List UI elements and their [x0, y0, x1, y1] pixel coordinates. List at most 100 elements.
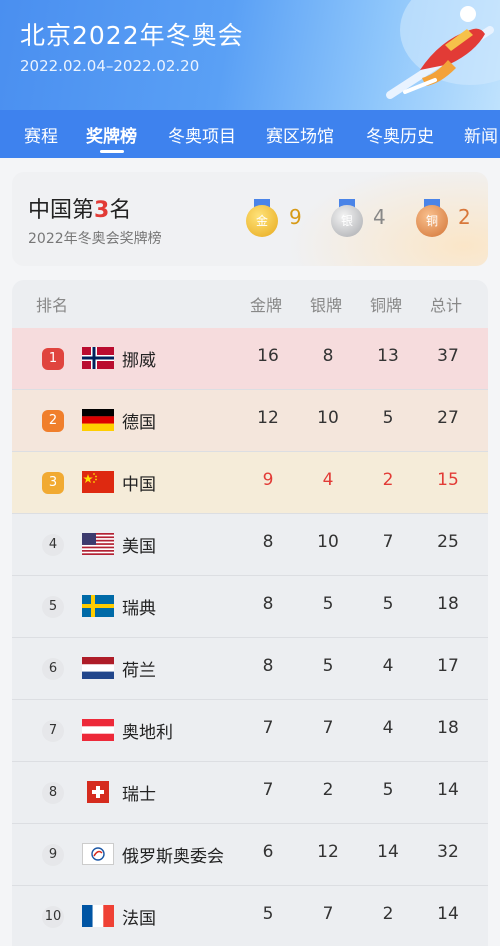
bronze-cell: 7 [382, 532, 394, 552]
silver-cell: 5 [322, 656, 334, 676]
table-row[interactable]: 8 瑞士 7 2 5 14 [12, 762, 488, 824]
event-title: 北京2022年冬奥会 [20, 21, 244, 50]
total-cell: 18 [437, 594, 459, 614]
tab-schedule[interactable]: 赛程 [24, 122, 58, 147]
rank-badge: 8 [42, 782, 64, 804]
bronze-cell: 5 [382, 408, 394, 428]
silver-cell: 4 [322, 470, 334, 490]
rank-prefix: 中国第 [28, 198, 95, 223]
gold-medal-icon: 金 [246, 199, 278, 239]
table-row[interactable]: 2 德国 12 10 5 27 [12, 390, 488, 452]
sweden-flag-icon [82, 595, 114, 617]
silver-cell: 12 [317, 842, 339, 862]
gold-cell: 5 [262, 904, 274, 924]
table-row[interactable]: 6 荷兰 8 5 4 17 [12, 638, 488, 700]
rank-suffix: 名 [109, 198, 132, 223]
norway-flag-icon [82, 347, 114, 369]
table-row[interactable]: 5 瑞典 8 5 5 18 [12, 576, 488, 638]
austria-flag-icon [82, 719, 114, 741]
country-name: 荷兰 [122, 661, 156, 681]
table-row[interactable]: 7 奥地利 7 7 4 18 [12, 700, 488, 762]
header-gold: 金牌 [250, 296, 283, 315]
silver-count: 4 [373, 205, 386, 229]
total-cell: 14 [437, 904, 459, 924]
active-tab-indicator [100, 150, 124, 153]
country-name: 法国 [122, 909, 156, 929]
country-name: 俄罗斯奥委会 [122, 847, 224, 867]
tab-events[interactable]: 冬奥项目 [168, 122, 236, 147]
gold-medal-label: 金 [246, 205, 278, 237]
header-total: 总计 [430, 296, 463, 315]
table-row[interactable]: 9 俄罗斯奥委会 6 12 14 32 [12, 824, 488, 886]
rank-badge: 10 [42, 906, 64, 928]
header-silver: 银牌 [310, 296, 343, 315]
bronze-medal-label: 铜 [416, 205, 448, 237]
gold-count: 9 [289, 205, 302, 229]
country-name: 美国 [122, 537, 156, 557]
france-flag-icon [82, 905, 114, 927]
bronze-cell: 4 [382, 656, 394, 676]
header-rank: 排名 [36, 296, 69, 315]
total-cell: 15 [437, 470, 459, 490]
medal-table: 排名 金牌 银牌 铜牌 总计 1 挪威 16 8 13 37 2 德国 12 10 5 2 7 3 中国 9 4… [12, 280, 488, 946]
gold-cell: 8 [262, 594, 274, 614]
switzerland-flag-icon [82, 781, 114, 803]
gold-cell: 16 [257, 346, 279, 366]
event-dates: 2022.02.04–2022.02.20 [20, 57, 200, 75]
table-header: 排名 金牌 银牌 铜牌 总计 [12, 280, 488, 326]
china-flag-icon [82, 471, 114, 493]
total-cell: 37 [437, 346, 459, 366]
silver-cell: 8 [322, 346, 334, 366]
country-name: 挪威 [122, 351, 156, 371]
silver-cell: 7 [322, 718, 334, 738]
table-row[interactable]: 4 美国 8 10 7 25 [12, 514, 488, 576]
roc-flag-icon [82, 843, 114, 865]
country-name: 德国 [122, 413, 156, 433]
total-cell: 17 [437, 656, 459, 676]
tab-news[interactable]: 新闻 [464, 122, 498, 147]
medal-table-subtitle: 2022年冬奥会奖牌榜 [28, 231, 162, 247]
bronze-cell: 5 [382, 594, 394, 614]
rank-badge: 9 [42, 844, 64, 866]
tab-history[interactable]: 冬奥历史 [366, 122, 434, 147]
header-bronze: 铜牌 [370, 296, 403, 315]
country-name: 奥地利 [122, 723, 173, 743]
bronze-cell: 5 [382, 780, 394, 800]
gold-cell: 7 [262, 780, 274, 800]
total-cell: 32 [437, 842, 459, 862]
country-name: 中国 [122, 475, 156, 495]
bronze-medal-icon: 铜 [416, 199, 448, 239]
table-row[interactable]: 10 法国 5 7 2 14 [12, 886, 488, 946]
rank-badge: 7 [42, 720, 64, 742]
china-rank-title: 中国第3名 [28, 192, 131, 224]
gold-cell: 7 [262, 718, 274, 738]
tab-venues[interactable]: 赛区场馆 [266, 122, 334, 147]
table-row[interactable]: 3 中国 9 4 2 15 [12, 452, 488, 514]
silver-cell: 7 [322, 904, 334, 924]
rank-badge: 2 [42, 410, 64, 432]
silver-cell: 5 [322, 594, 334, 614]
event-banner: 北京2022年冬奥会 2022.02.04–2022.02.20 [0, 0, 500, 110]
bronze-cell: 2 [382, 470, 394, 490]
gold-cell: 8 [262, 532, 274, 552]
bronze-cell: 13 [377, 346, 399, 366]
tab-medal-table[interactable]: 奖牌榜 [86, 122, 137, 147]
rank-number: 3 [94, 198, 110, 223]
total-cell: 18 [437, 718, 459, 738]
silver-medal-label: 银 [331, 205, 363, 237]
total-cell: 25 [437, 532, 459, 552]
bronze-cell: 14 [377, 842, 399, 862]
table-row[interactable]: 1 挪威 16 8 13 37 [12, 328, 488, 390]
rank-badge: 5 [42, 596, 64, 618]
gold-cell: 9 [262, 470, 274, 490]
netherlands-flag-icon [82, 657, 114, 679]
rank-badge: 1 [42, 348, 64, 370]
silver-cell: 10 [317, 532, 339, 552]
rank-badge: 3 [42, 472, 64, 494]
bronze-count: 2 [458, 205, 471, 229]
rank-badge: 4 [42, 534, 64, 556]
silver-medal-icon: 银 [331, 199, 363, 239]
bronze-cell: 4 [382, 718, 394, 738]
country-name: 瑞典 [122, 599, 156, 619]
germany-flag-icon [82, 409, 114, 431]
